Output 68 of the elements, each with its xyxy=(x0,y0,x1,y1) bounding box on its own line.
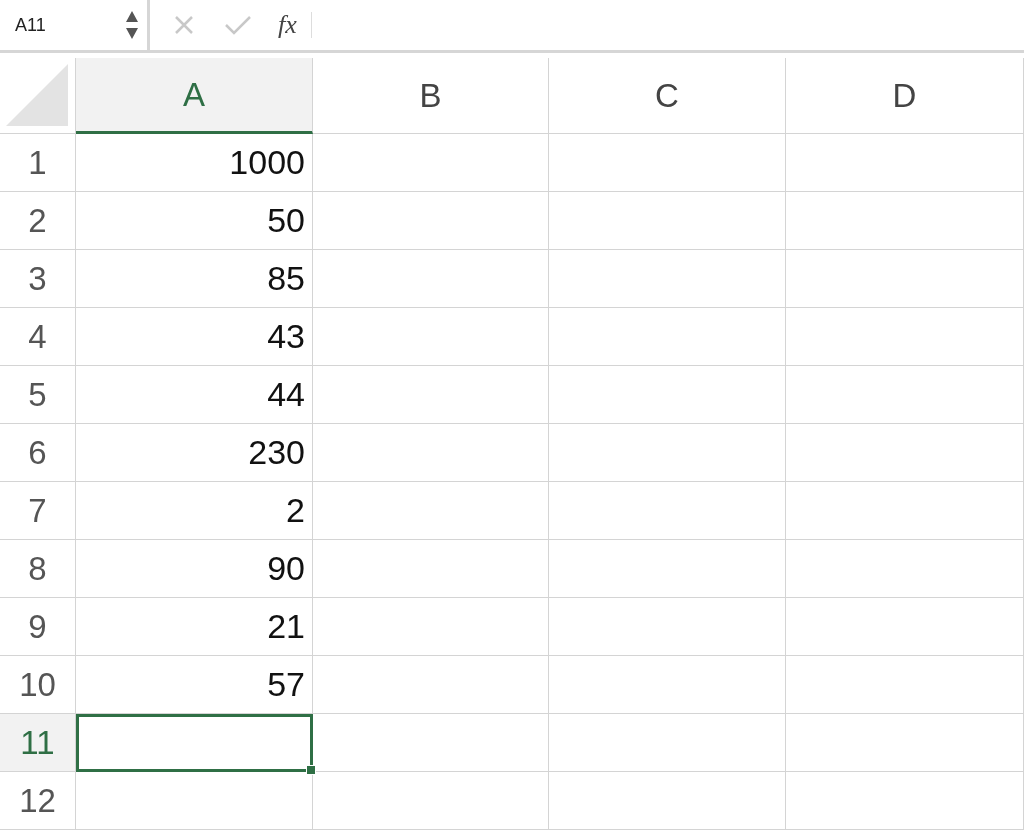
table-cell[interactable] xyxy=(313,424,549,482)
table-cell[interactable]: 50 xyxy=(76,192,313,250)
row-header[interactable]: 3 xyxy=(0,250,76,308)
column-header[interactable]: D xyxy=(786,58,1024,134)
table-cell[interactable] xyxy=(313,772,549,830)
table-cell[interactable] xyxy=(313,656,549,714)
row-header[interactable]: 1 xyxy=(0,134,76,192)
function-label[interactable]: fx xyxy=(278,10,297,40)
row-header[interactable]: 9 xyxy=(0,598,76,656)
table-cell[interactable] xyxy=(549,598,786,656)
table-cell[interactable] xyxy=(786,598,1024,656)
active-cell[interactable] xyxy=(76,714,313,772)
table-cell[interactable]: 2 xyxy=(76,482,313,540)
table-cell[interactable]: 85 xyxy=(76,250,313,308)
table-cell[interactable] xyxy=(549,656,786,714)
row-header[interactable]: 2 xyxy=(0,192,76,250)
table-cell[interactable] xyxy=(549,366,786,424)
row-header[interactable]: 12 xyxy=(0,772,76,830)
table-cell[interactable] xyxy=(549,540,786,598)
table-cell[interactable] xyxy=(786,424,1024,482)
table-cell[interactable]: 57 xyxy=(76,656,313,714)
table-cell[interactable] xyxy=(786,308,1024,366)
row-header[interactable]: 8 xyxy=(0,540,76,598)
table-cell[interactable]: 1000 xyxy=(76,134,313,192)
row-header[interactable]: 7 xyxy=(0,482,76,540)
table-cell[interactable] xyxy=(786,656,1024,714)
table-cell[interactable] xyxy=(549,772,786,830)
table-cell[interactable]: 230 xyxy=(76,424,313,482)
table-cell[interactable]: 44 xyxy=(76,366,313,424)
table-cell[interactable] xyxy=(313,714,549,772)
table-cell[interactable] xyxy=(313,540,549,598)
table-cell[interactable] xyxy=(76,772,313,830)
table-cell[interactable] xyxy=(549,424,786,482)
table-cell[interactable] xyxy=(313,308,549,366)
table-cell[interactable] xyxy=(786,250,1024,308)
table-cell[interactable] xyxy=(313,134,549,192)
table-cell[interactable] xyxy=(786,714,1024,772)
row-header[interactable]: 4 xyxy=(0,308,76,366)
column-header[interactable]: A xyxy=(76,58,313,134)
table-cell[interactable] xyxy=(313,192,549,250)
row-header[interactable]: 5 xyxy=(0,366,76,424)
table-cell[interactable] xyxy=(313,482,549,540)
table-cell[interactable] xyxy=(549,192,786,250)
table-cell[interactable] xyxy=(313,598,549,656)
row-header[interactable]: 11 xyxy=(0,714,76,772)
table-cell[interactable]: 43 xyxy=(76,308,313,366)
table-cell[interactable] xyxy=(786,366,1024,424)
table-cell[interactable] xyxy=(313,250,549,308)
select-all-corner[interactable] xyxy=(0,58,76,134)
table-cell[interactable] xyxy=(313,366,549,424)
column-header[interactable]: C xyxy=(549,58,786,134)
fill-handle[interactable] xyxy=(306,765,316,775)
table-cell[interactable] xyxy=(786,134,1024,192)
table-cell[interactable]: 21 xyxy=(76,598,313,656)
name-box[interactable]: A11 xyxy=(0,0,150,50)
row-header[interactable]: 6 xyxy=(0,424,76,482)
table-cell[interactable] xyxy=(549,308,786,366)
table-cell[interactable] xyxy=(786,540,1024,598)
table-cell[interactable] xyxy=(549,250,786,308)
table-cell[interactable]: 90 xyxy=(76,540,313,598)
table-cell[interactable] xyxy=(549,714,786,772)
table-cell[interactable] xyxy=(549,134,786,192)
table-cell[interactable] xyxy=(549,482,786,540)
table-cell[interactable] xyxy=(786,482,1024,540)
table-cell[interactable] xyxy=(786,192,1024,250)
column-header[interactable]: B xyxy=(313,58,549,134)
row-header[interactable]: 10 xyxy=(0,656,76,714)
table-cell[interactable] xyxy=(786,772,1024,830)
